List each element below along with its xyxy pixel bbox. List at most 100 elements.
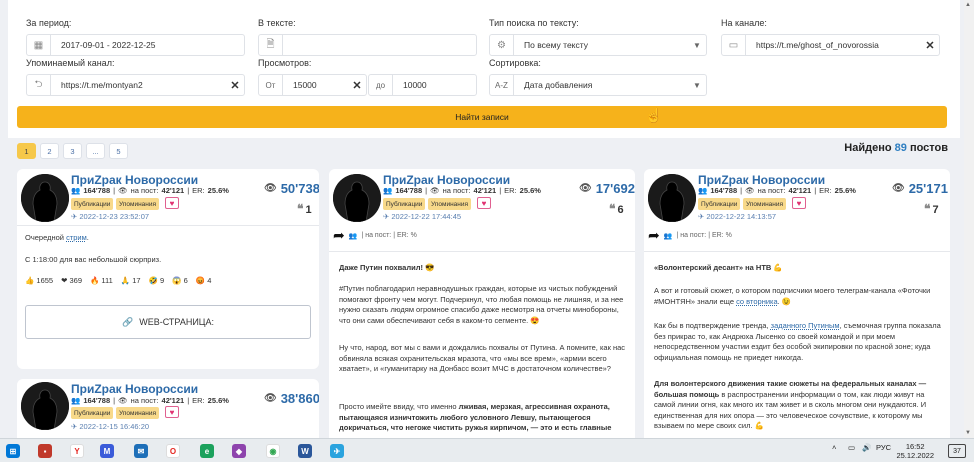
eye-icon: 👁 [579, 183, 592, 194]
opera-icon[interactable]: O [166, 444, 180, 458]
post-card: ПриZрак Новороссии 👥 164'788 | 👁 на пост: 42'… [644, 169, 950, 444]
page-3[interactable]: 3 [63, 143, 82, 159]
channel-avatar[interactable] [21, 382, 69, 430]
users-icon: 👥 [698, 186, 708, 195]
channel-stats: 👥 164'788 | 👁 на пост: 42'121 | ER: 25.6% [71, 396, 229, 405]
channel-name[interactable]: ПриZрак Новороссии [71, 382, 198, 396]
app-icon[interactable]: ◆ [232, 444, 246, 458]
views-from-input[interactable]: От 15000 ✕ [258, 74, 367, 96]
search-button[interactable]: Найти записи [17, 106, 947, 128]
mail-icon[interactable]: ✉ [134, 444, 148, 458]
channel-name[interactable]: ПриZрак Новороссии [698, 173, 825, 187]
post-card: ПриZрак Новороссии 👥 164'788 | 👁 на пост: 42'… [17, 169, 319, 369]
tag-publications[interactable]: Публикации [698, 198, 741, 210]
post-date[interactable]: ✈ 2022-12-23 23:52:07 [71, 212, 149, 221]
post-paragraph: Ну что, народ, вот мы с вами и дождались… [339, 343, 626, 373]
chrome-icon[interactable]: ◉ [266, 444, 280, 458]
channel-input[interactable]: ▭ https://t.me/ghost_of_novorossia ✕ [721, 34, 940, 56]
quote-icon: ❝ [609, 202, 616, 216]
page-2[interactable]: 2 [40, 143, 59, 159]
sort-value: Дата добавления [524, 80, 593, 90]
scroll-up-icon[interactable]: ▲ [965, 2, 971, 8]
windows-taskbar: ⊞ ▪ Y M ✉ O e ◆ ◉ W ✈ ˄ ▭ 🔊 РУС 16:52 25… [0, 438, 974, 462]
mentioned-channel-input[interactable]: ⮌ https://t.me/montyan2 ✕ [26, 74, 245, 96]
post-paragraph: #Путин поблагодарил неравнодушных гражда… [339, 284, 624, 325]
web-page-button[interactable]: 🔗 WEB-СТРАНИЦА: [25, 305, 311, 339]
found-number: 89 [894, 142, 907, 154]
network-icon[interactable]: ▭ [848, 443, 855, 452]
post-views: 👁 50'738 [264, 181, 319, 196]
channel-stats: 👥 164'788 | 👁 на пост: 42'121 | ER: 25.6% [71, 186, 229, 195]
quote-icon: ❝ [924, 202, 931, 216]
views-to-input[interactable]: до 10000 [368, 74, 477, 96]
tag-publications[interactable]: Публикации [71, 407, 114, 419]
channel-avatar[interactable] [648, 174, 696, 222]
tray-up-icon[interactable]: ˄ [832, 443, 836, 452]
scroll-down-icon[interactable]: ▼ [965, 430, 971, 436]
clear-mentioned-icon[interactable]: ✕ [226, 79, 244, 92]
favorite-heart-icon[interactable]: ♥ [165, 406, 179, 418]
divider [644, 251, 950, 252]
tag-mentions[interactable]: Упоминания [743, 198, 787, 210]
page-scrollbar[interactable]: ▲ ▼ [964, 0, 974, 438]
link-icon: 🔗 [122, 316, 134, 327]
favorite-heart-icon[interactable]: ♥ [165, 197, 179, 209]
favorite-heart-icon[interactable]: ♥ [477, 197, 491, 209]
notification-icon[interactable]: 37 [948, 444, 966, 458]
page-5[interactable]: 5 [109, 143, 128, 159]
clear-views-from-icon[interactable]: ✕ [348, 79, 366, 92]
eye-icon: 👁 [745, 186, 755, 195]
volume-icon[interactable]: 🔊 [862, 443, 871, 452]
edge-icon[interactable]: e [200, 444, 214, 458]
period-field[interactable]: ▦ 2017-09-01 - 2022-12-25 [26, 34, 245, 56]
views-from-prefix: От [259, 75, 283, 95]
channel-stats: 👥 164'788 | 👁 на пост: 42'121 | ER: 25.6% [383, 186, 541, 195]
channel-avatar[interactable] [21, 174, 69, 222]
putin-link[interactable]: заданного Путиным [771, 321, 840, 330]
post-date[interactable]: ✈ 2022-12-22 17:44:45 [383, 212, 461, 221]
channel-name[interactable]: ПриZрак Новороссии [383, 173, 510, 187]
channel-label: На канале: [721, 18, 767, 28]
telegram-icon[interactable]: ✈ [330, 444, 344, 458]
tag-mentions[interactable]: Упоминания [428, 198, 472, 210]
reaction: 🤣 9 [148, 276, 165, 285]
users-icon: 👥 [71, 186, 81, 195]
telegram-icon: ✈ [698, 212, 705, 221]
divider [329, 251, 635, 252]
eye-icon: 👁 [264, 183, 277, 194]
clock[interactable]: 16:52 25.12.2022 [896, 442, 934, 460]
channel-name[interactable]: ПриZрак Новороссии [71, 173, 198, 187]
clear-channel-icon[interactable]: ✕ [921, 39, 939, 52]
reaction: 🔥 111 [90, 276, 113, 285]
post-date[interactable]: ✈ 2022-12-15 16:46:20 [71, 422, 149, 431]
app-icon[interactable]: ▪ [38, 444, 52, 458]
app-icon[interactable]: M [100, 444, 114, 458]
start-icon[interactable]: ⊞ [6, 444, 20, 458]
chevron-down-icon: ▼ [693, 40, 701, 50]
sort-select[interactable]: A-Z Дата добавления ▼ [489, 74, 707, 96]
post-date[interactable]: ✈ 2022-12-22 14:13:57 [698, 212, 776, 221]
search-type-label: Тип поиска по тексту: [489, 18, 579, 28]
gear-icon: ⚙ [490, 35, 514, 55]
period-value: 2017-09-01 - 2022-12-25 [61, 40, 156, 50]
tag-publications[interactable]: Публикации [71, 198, 114, 210]
channel-stats: 👥 164'788 | 👁 на пост: 42'121 | ER: 25.6% [698, 186, 856, 195]
word-icon[interactable]: W [298, 444, 312, 458]
found-count: Найдено 89 постов [844, 142, 948, 154]
reaction: ❤ 369 [61, 276, 82, 285]
post-quotes: ❝ 7 [924, 202, 939, 216]
tag-publications[interactable]: Публикации [383, 198, 426, 210]
tag-mentions[interactable]: Упоминания [116, 198, 160, 210]
search-type-select[interactable]: ⚙ По всему тексту ▼ [489, 34, 707, 56]
yandex-icon[interactable]: Y [70, 444, 84, 458]
text-search-input[interactable]: 🗎 [258, 34, 477, 56]
tuesday-link[interactable]: со вторника [736, 297, 778, 306]
keyboard-language[interactable]: РУС [876, 443, 891, 452]
page-1[interactable]: 1 [17, 143, 36, 159]
post-paragraph: А вот и готовый сюжет, о котором подписч… [654, 286, 931, 306]
divider [17, 225, 319, 226]
stream-link[interactable]: стрим [66, 233, 87, 242]
favorite-heart-icon[interactable]: ♥ [792, 197, 806, 209]
tag-mentions[interactable]: Упоминания [116, 407, 160, 419]
channel-avatar[interactable] [333, 174, 381, 222]
